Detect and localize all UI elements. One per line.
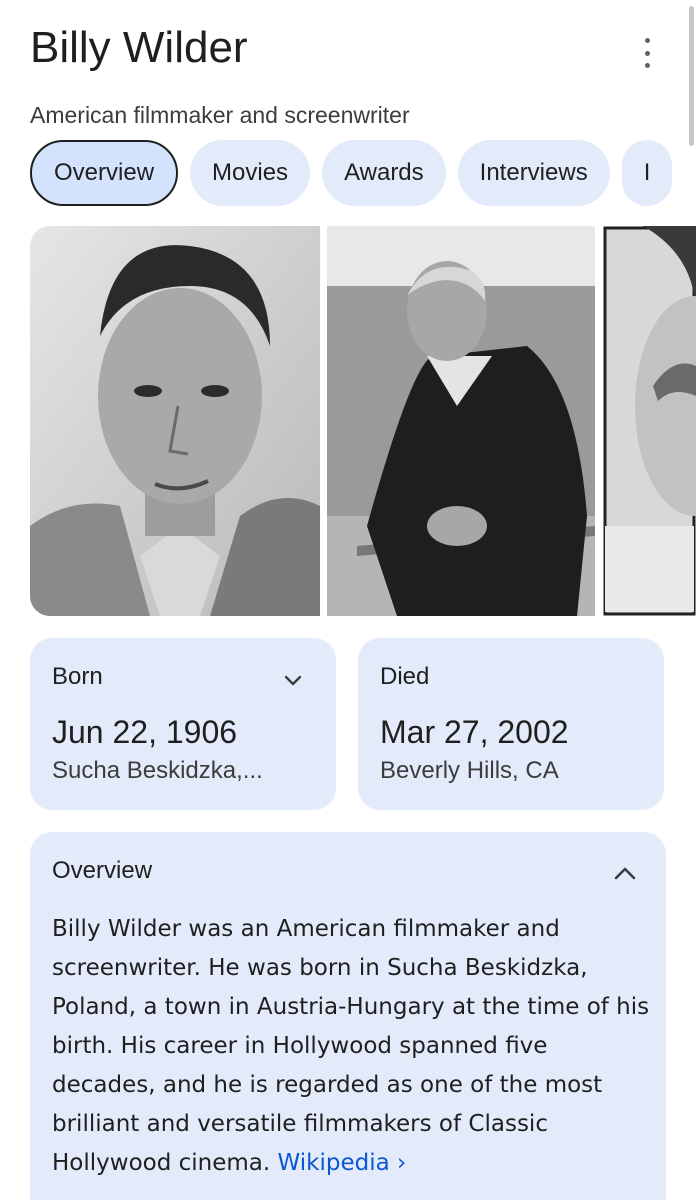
image-gallery [30,226,696,616]
tab-movies[interactable]: Movies [190,140,311,206]
born-place: Sucha Beskidzka,... [52,757,263,784]
overview-card: Overview Billy Wilder was an American fi… [30,832,666,1200]
overview-heading: Overview [52,857,153,884]
page-scrollbar[interactable] [688,0,696,150]
entity-tabs: Overview Movies Awards Interviews I [30,140,673,206]
died-date: Mar 27, 2002 [380,714,569,750]
scrollbar-thumb[interactable] [689,6,694,146]
entity-title: Billy Wilder [30,23,248,72]
tab-overview[interactable]: Overview [30,140,179,206]
chevron-right-icon[interactable]: › [397,1150,406,1176]
died-place: Beverly Hills, CA [380,757,559,784]
born-date: Jun 22, 1906 [52,714,238,750]
entity-subtitle: American filmmaker and screenwriter [30,102,410,128]
candid-photo[interactable] [327,226,595,616]
partial-photo[interactable] [603,226,696,616]
portrait-photo[interactable] [30,226,320,616]
life-dates-row: Born Jun 22, 1906 Sucha Beskidzka,... Di… [30,638,664,810]
more-options-icon[interactable] [642,38,652,68]
tab-interviews[interactable]: Interviews [457,140,610,206]
born-label: Born [52,663,103,690]
born-card[interactable]: Born Jun 22, 1906 Sucha Beskidzka,... [30,638,336,810]
died-card[interactable]: Died Mar 27, 2002 Beverly Hills, CA [358,638,664,810]
chevron-down-icon[interactable] [284,674,302,688]
overview-description: Billy Wilder was an American filmmaker a… [52,910,656,1183]
overview-text: Billy Wilder was an American filmmaker a… [52,916,650,1176]
tab-more-cutoff[interactable]: I [621,140,673,206]
tab-awards[interactable]: Awards [322,140,446,206]
knowledge-panel-header: Billy Wilder American filmmaker and scre… [30,22,670,130]
chevron-up-icon[interactable] [614,866,636,880]
wikipedia-link[interactable]: Wikipedia [278,1150,390,1176]
died-label: Died [380,663,430,690]
